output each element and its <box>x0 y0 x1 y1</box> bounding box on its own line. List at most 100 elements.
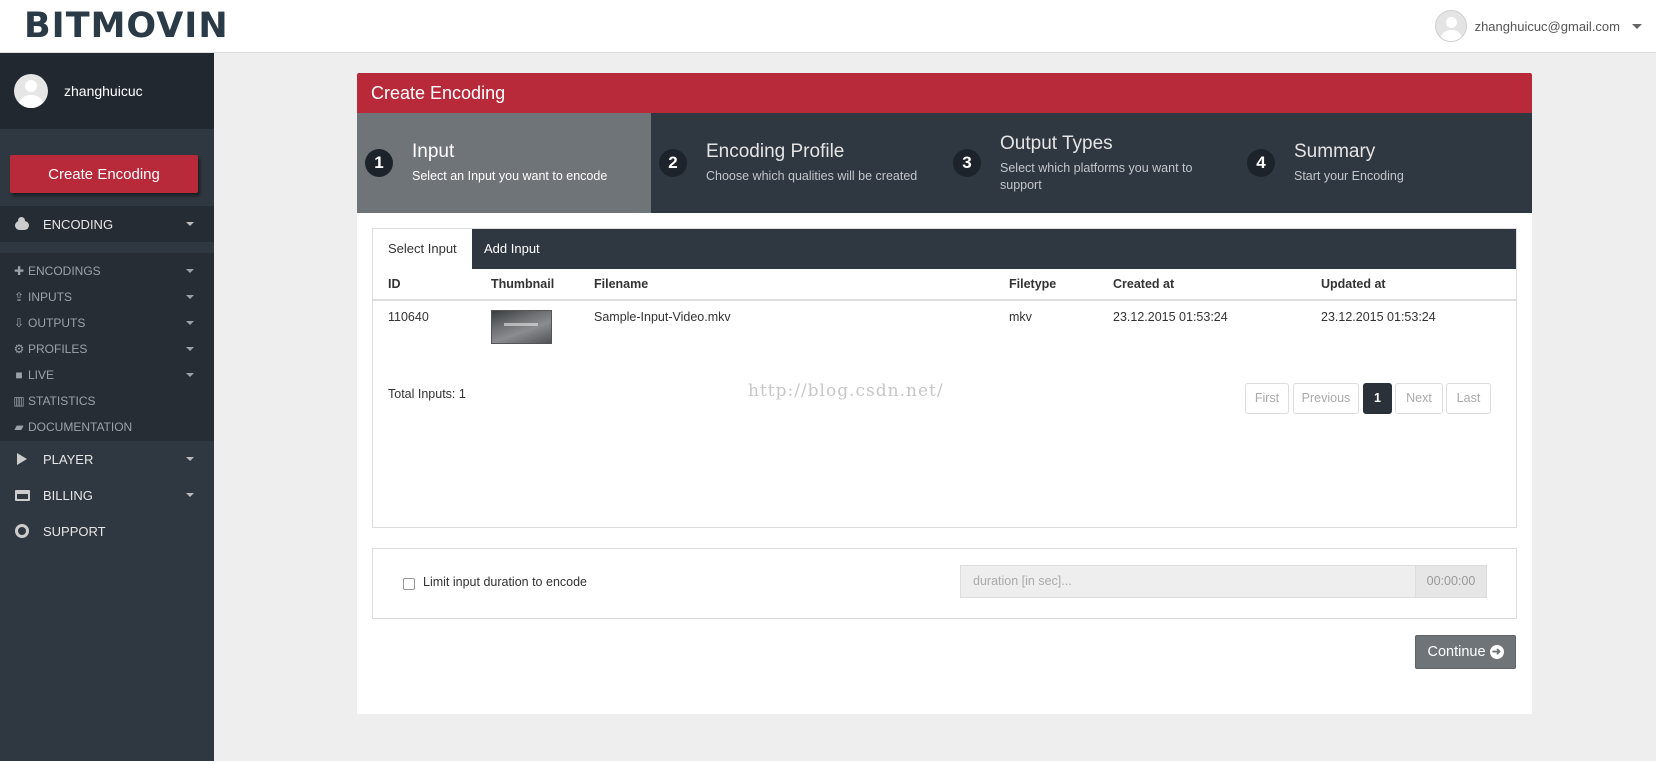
duration-addon: 00:00:00 <box>1415 565 1487 598</box>
pagination-first[interactable]: First <box>1245 383 1289 414</box>
pagination-page-1[interactable]: 1 <box>1363 383 1392 414</box>
step-title: Encoding Profile <box>706 141 845 162</box>
bar-chart-icon: ▥ <box>13 394 25 408</box>
book-icon: ▰ <box>14 420 24 434</box>
chevron-down-icon <box>186 373 194 377</box>
chevron-down-icon <box>1632 23 1642 29</box>
step-title: Summary <box>1294 141 1376 162</box>
limit-duration-checkbox[interactable] <box>403 578 415 590</box>
cell-filename: Sample-Input-Video.mkv <box>594 310 731 324</box>
step-subtitle: Choose which qualities will be created <box>706 169 918 183</box>
step-title: Input <box>412 141 455 162</box>
cell-updated: 23.12.2015 01:53:24 <box>1321 310 1436 324</box>
chevron-down-icon <box>186 457 194 461</box>
upload-icon: ⇪ <box>13 290 25 304</box>
cell-filetype: mkv <box>1009 310 1032 324</box>
limit-duration-box: Limit input duration to encode duration … <box>372 548 1517 619</box>
sidebar-username: zhanghuicuc <box>64 83 143 99</box>
step-number: 2 <box>659 149 687 177</box>
column-header-filename[interactable]: Filename <box>594 277 648 291</box>
continue-label: Continue <box>1427 644 1486 660</box>
download-icon: ⇩ <box>13 316 25 330</box>
continue-button[interactable]: Continue ➜ <box>1415 635 1516 669</box>
chevron-down-icon <box>186 269 194 273</box>
sidebar-item-encodings[interactable]: ✚ ENCODINGS <box>0 258 214 284</box>
user-email: zhanghuicuc@gmail.com <box>1474 18 1620 34</box>
top-bar: BITMOVIN zhanghuicuc@gmail.com <box>0 0 1656 53</box>
table-header-divider <box>373 299 1516 301</box>
sidebar-user: zhanghuicuc <box>0 53 214 129</box>
cogs-icon: ⚙ <box>13 342 25 356</box>
sidebar-item-player[interactable]: PLAYER <box>0 441 214 477</box>
tab-add-input[interactable]: Add Input <box>469 229 555 269</box>
sidebar-item-outputs[interactable]: ⇩ OUTPUTS <box>0 310 214 336</box>
step-title: Output Types <box>1000 133 1113 154</box>
sidebar-item-documentation[interactable]: ▰ DOCUMENTATION <box>0 414 214 440</box>
step-summary[interactable]: 4 Summary Start your Encoding <box>1239 113 1533 213</box>
column-header-filetype[interactable]: Filetype <box>1009 277 1056 291</box>
input-tabs: Select Input Add Input <box>373 229 1516 269</box>
wizard-steps: 1 Input Select an Input you want to enco… <box>357 113 1532 213</box>
tab-select-input[interactable]: Select Input <box>373 229 472 269</box>
cell-id: 110640 <box>388 310 429 324</box>
sidebar-item-encoding[interactable]: ENCODING <box>0 206 214 242</box>
step-output-types[interactable]: 3 Output Types Select which platforms yo… <box>945 113 1239 213</box>
arrow-right-circle-icon: ➜ <box>1489 645 1504 659</box>
sidebar-item-label: STATISTICS <box>28 394 96 408</box>
sidebar-item-label: SUPPORT <box>43 523 106 539</box>
step-subtitle: Start your Encoding <box>1294 169 1404 183</box>
sidebar-item-statistics[interactable]: ▥ STATISTICS <box>0 388 214 414</box>
bitmovin-logo[interactable]: BITMOVIN <box>24 4 229 48</box>
step-number: 1 <box>365 149 393 177</box>
plus-icon: ✚ <box>13 264 25 278</box>
sidebar: zhanghuicuc Create Encoding ENCODING ✚ E… <box>0 53 214 761</box>
sidebar-item-label: DOCUMENTATION <box>28 420 133 434</box>
column-header-id[interactable]: ID <box>388 277 401 291</box>
pagination-previous[interactable]: Previous <box>1293 383 1359 414</box>
total-inputs: Total Inputs: 1 <box>388 387 466 401</box>
pagination-last[interactable]: Last <box>1446 383 1491 414</box>
sidebar-item-label: PROFILES <box>28 342 88 356</box>
panel-title: Create Encoding <box>357 73 1532 113</box>
sidebar-item-inputs[interactable]: ⇪ INPUTS <box>0 284 214 310</box>
sidebar-item-label: OUTPUTS <box>28 316 86 330</box>
sidebar-item-billing[interactable]: BILLING <box>0 477 214 513</box>
step-number: 3 <box>953 149 981 177</box>
life-ring-icon <box>15 524 29 538</box>
column-header-updated[interactable]: Updated at <box>1321 277 1386 291</box>
video-camera-icon: ■ <box>15 368 23 382</box>
chevron-down-icon <box>186 222 194 226</box>
input-list-box: Select Input Add Input ID Thumbnail File… <box>372 228 1517 528</box>
sidebar-item-support[interactable]: SUPPORT <box>0 513 214 549</box>
sidebar-item-profiles[interactable]: ⚙ PROFILES <box>0 336 214 362</box>
limit-duration-label[interactable]: Limit input duration to encode <box>423 575 587 589</box>
create-encoding-button[interactable]: Create Encoding <box>10 155 198 193</box>
chevron-down-icon <box>186 295 194 299</box>
video-thumbnail <box>491 310 552 344</box>
watermark: http://blog.csdn.net/ <box>748 381 944 401</box>
column-header-thumbnail[interactable]: Thumbnail <box>491 277 554 291</box>
chevron-down-icon <box>186 321 194 325</box>
column-header-created[interactable]: Created at <box>1113 277 1174 291</box>
sidebar-item-label: INPUTS <box>28 290 73 304</box>
duration-input[interactable]: duration [in sec]... <box>960 565 1415 598</box>
step-number: 4 <box>1247 149 1275 177</box>
step-encoding-profile[interactable]: 2 Encoding Profile Choose which qualitie… <box>651 113 945 213</box>
sidebar-item-label: PLAYER <box>43 451 94 467</box>
play-icon <box>17 453 27 465</box>
step-subtitle: Select which platforms you want to suppo… <box>1000 161 1193 192</box>
pagination-next[interactable]: Next <box>1395 383 1443 414</box>
sidebar-item-label: BILLING <box>43 487 93 503</box>
chevron-down-icon <box>186 347 194 351</box>
avatar <box>14 74 48 108</box>
sidebar-item-live[interactable]: ■ LIVE <box>0 362 214 388</box>
credit-card-icon <box>14 489 30 501</box>
cloud-icon <box>15 217 29 230</box>
user-menu[interactable]: zhanghuicuc@gmail.com <box>1434 10 1642 42</box>
step-input[interactable]: 1 Input Select an Input you want to enco… <box>357 113 651 213</box>
create-encoding-panel: Create Encoding 1 Input Select an Input … <box>357 73 1532 714</box>
chevron-down-icon <box>186 493 194 497</box>
step-subtitle: Select an Input you want to encode <box>412 169 608 183</box>
sidebar-item-label: ENCODINGS <box>28 264 101 278</box>
cell-created: 23.12.2015 01:53:24 <box>1113 310 1228 324</box>
